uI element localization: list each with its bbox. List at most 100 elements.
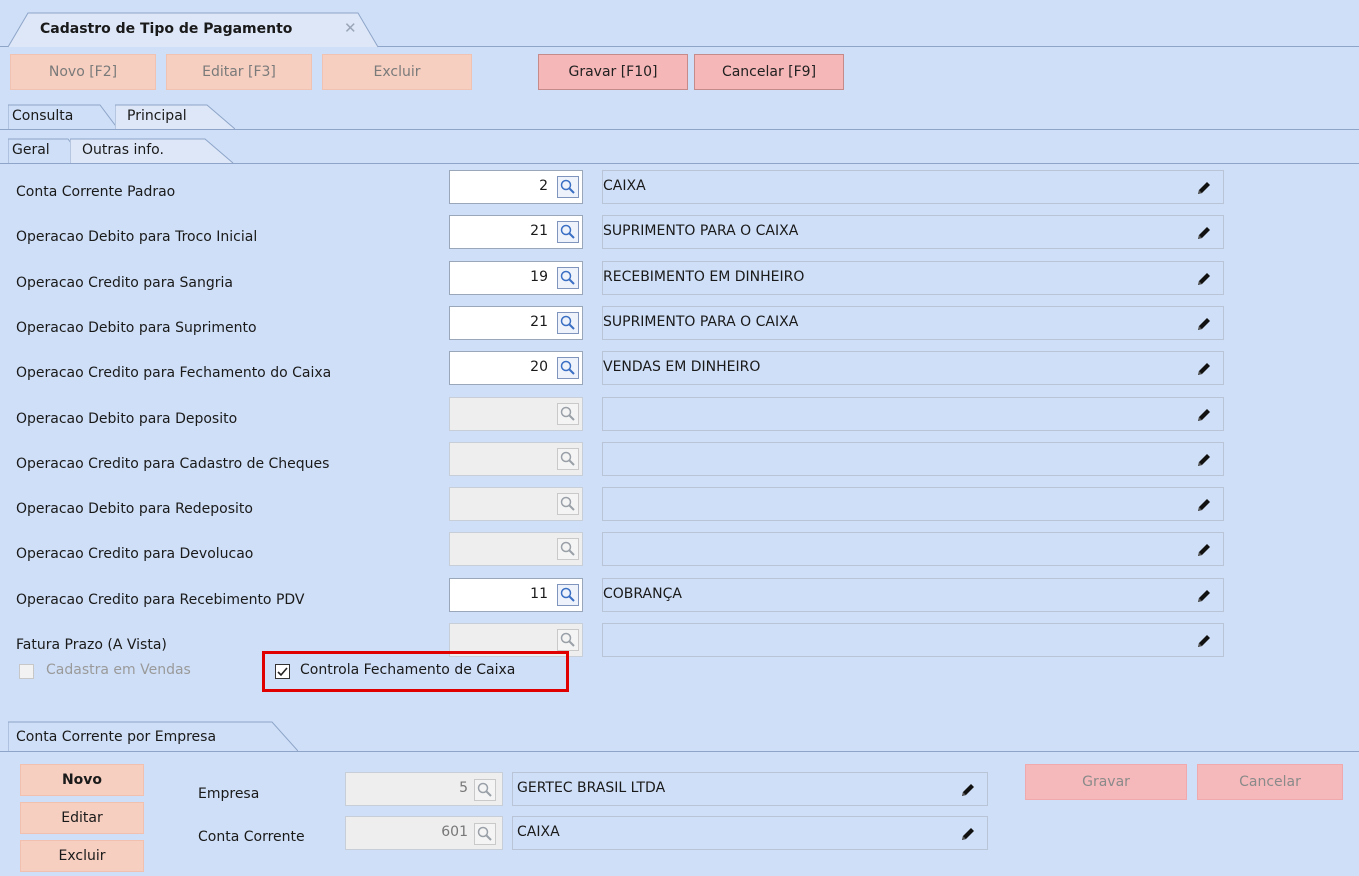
edit-pencil-icon[interactable]: [1195, 315, 1213, 333]
lookup-magnifier-icon[interactable]: [557, 447, 579, 470]
row-desc-value: COBRANÇA: [603, 585, 682, 602]
row-desc-field: VENDAS EM DINHEIRO: [602, 351, 1224, 386]
cancelar-button[interactable]: Cancelar [F9]: [694, 54, 844, 90]
cadastra-vendas-checkbox[interactable]: [19, 664, 34, 679]
row-code-field[interactable]: 11: [449, 577, 583, 612]
row-desc-field: RECEBIMENTO EM DINHEIRO: [602, 260, 1224, 295]
lookup-magnifier-icon[interactable]: [557, 176, 579, 198]
edit-pencil-icon[interactable]: [1195, 587, 1213, 605]
lookup-magnifier-icon[interactable]: [557, 583, 579, 606]
conta-desc-field: CAIXA: [512, 816, 988, 850]
edit-pencil-icon[interactable]: [1195, 270, 1213, 288]
row-code-value: 11: [530, 585, 548, 602]
lookup-magnifier-icon[interactable]: [557, 266, 579, 289]
lookup-magnifier-icon[interactable]: [557, 357, 579, 380]
conta-corrente-label: Conta Corrente: [198, 829, 305, 845]
lookup-magnifier-icon[interactable]: [557, 221, 579, 244]
edit-pencil-icon[interactable]: [1195, 632, 1213, 650]
row-desc-value: SUPRIMENTO PARA O CAIXA: [603, 223, 799, 240]
lookup-magnifier-icon[interactable]: [557, 402, 579, 425]
novo-button[interactable]: Novo [F2]: [10, 54, 156, 90]
row-desc-value: SUPRIMENTO PARA O CAIXA: [603, 313, 799, 330]
row-code-field[interactable]: 21: [449, 305, 583, 340]
tab-conta-corrente-empresa[interactable]: Conta Corrente por Empresa: [8, 721, 298, 752]
lookup-magnifier-icon[interactable]: [557, 538, 579, 561]
row-desc-field: CAIXA: [602, 170, 1224, 204]
row-desc-field: [602, 441, 1224, 476]
row-desc-value: CAIXA: [603, 178, 646, 194]
document-tab[interactable]: Cadastro de Tipo de Pagamento ✕: [8, 12, 378, 48]
empresa-novo-button[interactable]: Novo: [20, 764, 144, 796]
empresa-desc-value: GERTEC BRASIL LTDA: [517, 780, 666, 796]
edit-pencil-icon[interactable]: [1195, 224, 1213, 242]
tab-outras-info[interactable]: Outras info.: [70, 138, 235, 164]
empresa-code-field[interactable]: 5: [345, 772, 503, 806]
editar-button[interactable]: Editar [F3]: [166, 54, 312, 90]
lookup-magnifier-icon[interactable]: [474, 823, 496, 845]
empresa-excluir-button[interactable]: Excluir: [20, 840, 144, 872]
row-code-value: 20: [530, 359, 548, 376]
empresa-code-value: 5: [459, 780, 468, 796]
empresa-cancelar-button[interactable]: Cancelar: [1197, 764, 1343, 800]
edit-pencil-icon[interactable]: [1195, 406, 1213, 424]
row-code-field[interactable]: 21: [449, 215, 583, 250]
edit-pencil-icon[interactable]: [1195, 496, 1213, 514]
edit-pencil-icon[interactable]: [1195, 360, 1213, 378]
row-code-field[interactable]: 19: [449, 260, 583, 295]
row-code-field[interactable]: 2: [449, 170, 583, 204]
edit-pencil-icon[interactable]: [959, 825, 977, 843]
tab-consulta[interactable]: Consulta: [8, 104, 118, 130]
conta-code-field[interactable]: 601: [345, 816, 503, 850]
conta-desc-value: CAIXA: [517, 824, 560, 840]
row-desc-field: SUPRIMENTO PARA O CAIXA: [602, 215, 1224, 250]
gravar-button[interactable]: Gravar [F10]: [538, 54, 688, 90]
row-code-field[interactable]: [449, 396, 583, 431]
empresa-label: Empresa: [198, 786, 260, 802]
checkmark-icon: [277, 667, 288, 677]
row-code-field[interactable]: [449, 441, 583, 476]
section2-tab-label: Conta Corrente por Empresa: [16, 729, 217, 745]
controla-fechamento-label: Controla Fechamento de Caixa: [300, 662, 516, 678]
empresa-editar-button[interactable]: Editar: [20, 802, 144, 834]
controla-fechamento-checkbox[interactable]: [275, 664, 290, 679]
row-desc-field: SUPRIMENTO PARA O CAIXA: [602, 305, 1224, 340]
row-desc-field: [602, 623, 1224, 657]
row-label: Fatura Prazo (A Vista): [16, 637, 167, 653]
row-label: Operacao Credito para Devolucao: [16, 546, 254, 563]
excluir-button[interactable]: Excluir: [322, 54, 472, 90]
tab-outras-label: Outras info.: [82, 142, 164, 158]
row-label: Operacao Debito para Deposito: [16, 410, 238, 427]
row-label: Operacao Credito para Fechamento do Caix…: [16, 365, 332, 382]
lookup-magnifier-icon[interactable]: [557, 311, 579, 334]
tab-geral-label: Geral: [12, 142, 50, 158]
row-code-field[interactable]: 20: [449, 351, 583, 386]
empresa-gravar-button[interactable]: Gravar: [1025, 764, 1187, 800]
edit-pencil-icon[interactable]: [1195, 541, 1213, 559]
row-desc-value: VENDAS EM DINHEIRO: [603, 359, 761, 376]
row-label: Operacao Credito para Sangria: [16, 274, 233, 291]
edit-pencil-icon[interactable]: [959, 781, 977, 799]
close-icon[interactable]: ✕: [344, 19, 357, 37]
row-code-value: 2: [539, 178, 548, 194]
row-code-value: 21: [530, 223, 548, 240]
lookup-magnifier-icon[interactable]: [474, 779, 496, 801]
row-code-value: 21: [530, 313, 548, 330]
edit-pencil-icon[interactable]: [1195, 179, 1213, 197]
edit-pencil-icon[interactable]: [1195, 451, 1213, 469]
row-label: Operacao Debito para Redeposito: [16, 501, 253, 518]
row-label: Operacao Credito para Cadastro de Cheque…: [16, 455, 330, 472]
row-code-field[interactable]: [449, 532, 583, 567]
lookup-magnifier-icon[interactable]: [557, 493, 579, 516]
lookup-magnifier-icon[interactable]: [557, 629, 579, 651]
row-label: Operacao Debito para Troco Inicial: [16, 229, 258, 246]
row-code-field[interactable]: [449, 487, 583, 522]
row-desc-field: [602, 532, 1224, 567]
row-desc-field: COBRANÇA: [602, 577, 1224, 612]
tab-principal-label: Principal: [127, 108, 187, 124]
tab-consulta-label: Consulta: [12, 108, 74, 124]
empresa-desc-field: GERTEC BRASIL LTDA: [512, 772, 988, 806]
row-label: Operacao Debito para Suprimento: [16, 319, 257, 336]
row-desc-field: [602, 396, 1224, 431]
tab-principal[interactable]: Principal: [115, 104, 235, 130]
row-label: Operacao Credito para Recebimento PDV: [16, 591, 305, 608]
